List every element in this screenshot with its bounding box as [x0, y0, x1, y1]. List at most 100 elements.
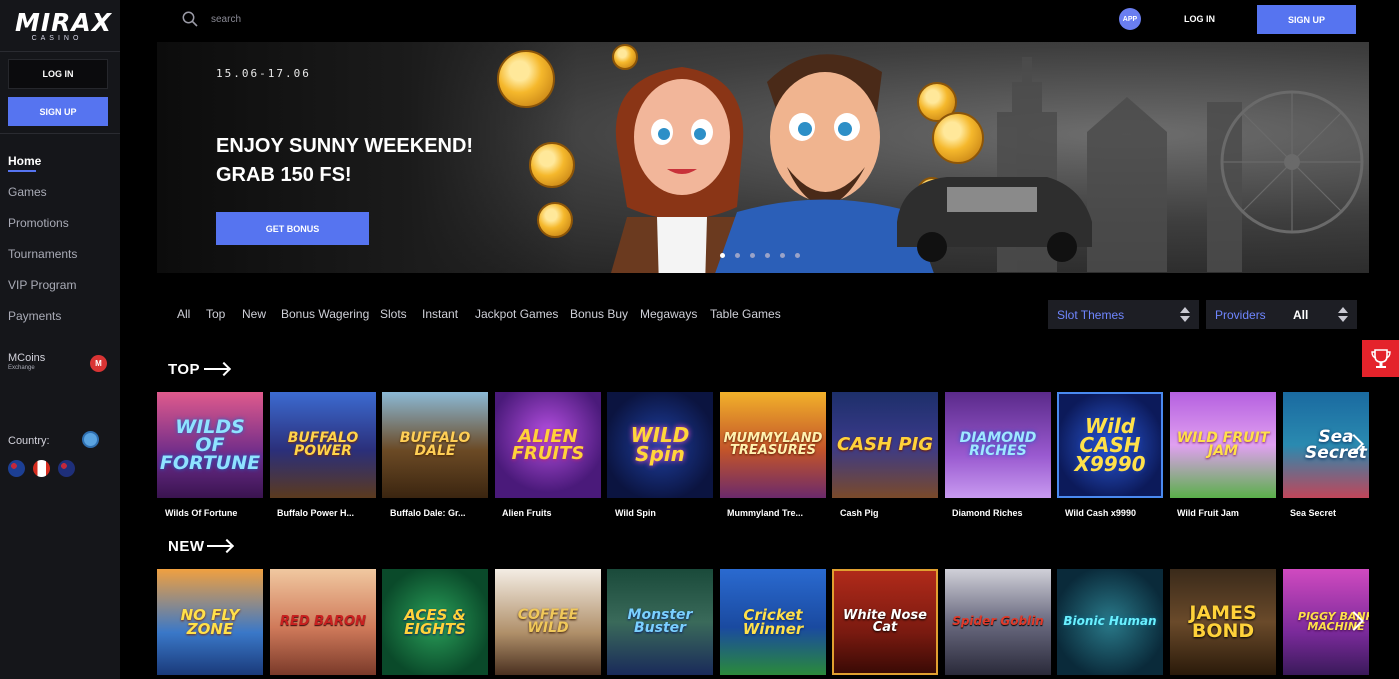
game-art-text: ACES & EIGHTS: [404, 605, 466, 638]
game-title[interactable]: Alien Fruits: [502, 508, 602, 518]
carousel-dot[interactable]: [795, 253, 800, 258]
filter-tab-all[interactable]: All: [177, 307, 190, 321]
slot-themes-label: Slot Themes: [1057, 307, 1125, 322]
coin-image: [537, 202, 573, 238]
logo-wordmark: MIRAX: [15, 8, 113, 37]
game-tile[interactable]: Spider Goblin: [945, 569, 1051, 675]
game-art-text: BUFFALO DALE: [399, 429, 471, 459]
game-tile[interactable]: WILDS OF FORTUNE: [157, 392, 263, 498]
sidebar-signup-button[interactable]: SIGN UP: [8, 97, 108, 126]
game-tile[interactable]: Bionic Human: [1057, 569, 1163, 675]
game-tile[interactable]: NO FLY ZONE: [157, 569, 263, 675]
sidebar: MIRAX CASINO LOG IN SIGN UP Home Games P…: [0, 0, 120, 679]
filter-tab-table-games[interactable]: Table Games: [710, 307, 781, 321]
top-games-row: WILDS OF FORTUNE BUFFALO POWER BUFFALO D…: [157, 392, 1369, 498]
game-title[interactable]: Sea Secret: [1290, 508, 1365, 518]
arrow-right-icon[interactable]: [207, 545, 231, 547]
section-title-top[interactable]: TOP: [168, 361, 200, 378]
game-tile[interactable]: BUFFALO DALE: [382, 392, 488, 498]
game-title[interactable]: Wild Fruit Jam: [1177, 508, 1277, 518]
game-art-text: BUFFALO POWER: [287, 429, 359, 459]
game-tile[interactable]: Wild CASH X9990: [1057, 392, 1163, 498]
game-art-text: Cricket Winner: [742, 605, 804, 638]
game-tile[interactable]: ALIEN FRUITS: [495, 392, 601, 498]
carousel-dot[interactable]: [765, 253, 770, 258]
filter-tab-top[interactable]: Top: [206, 307, 225, 321]
get-bonus-button[interactable]: GET BONUS: [216, 212, 369, 245]
filter-tab-bonus-buy[interactable]: Bonus Buy: [570, 307, 628, 321]
promo-title-line: GRAB 150 FS!: [216, 164, 352, 186]
site-logo[interactable]: MIRAX CASINO: [15, 8, 113, 50]
game-art-text: CASH PIG: [836, 434, 934, 456]
game-art-text: WILD FRUIT JAM: [1176, 429, 1270, 459]
sidebar-login-button[interactable]: LOG IN: [8, 59, 108, 89]
sort-updown-icon: [1338, 307, 1348, 322]
arrow-right-icon[interactable]: [204, 368, 228, 370]
carousel-dot[interactable]: [750, 253, 755, 258]
game-title[interactable]: Wild Cash x9990: [1065, 508, 1165, 518]
filter-tab-slots[interactable]: Slots: [380, 307, 407, 321]
game-tile[interactable]: MUMMYLAND TREASURES: [720, 392, 826, 498]
game-title[interactable]: Mummyland Tre...: [727, 508, 827, 518]
carousel-dot[interactable]: [780, 253, 785, 258]
game-tile[interactable]: JAMES BOND: [1170, 569, 1276, 675]
game-art-text: Monster Buster: [627, 606, 693, 636]
sort-updown-icon: [1180, 307, 1190, 322]
game-tile[interactable]: WILD Spin: [607, 392, 713, 498]
search-icon[interactable]: [182, 11, 198, 27]
game-tile[interactable]: Monster Buster: [607, 569, 713, 675]
app-download-button[interactable]: APP: [1119, 8, 1141, 30]
game-tile[interactable]: Cricket Winner: [720, 569, 826, 675]
canada-flag-icon[interactable]: [33, 460, 50, 477]
nav-item-home[interactable]: Home: [8, 154, 41, 172]
australia-flag-icon[interactable]: [8, 460, 25, 477]
header-signup-button[interactable]: SIGN UP: [1257, 5, 1356, 34]
game-tile[interactable]: CASH PIG: [832, 392, 938, 498]
game-tile[interactable]: WILD FRUIT JAM: [1170, 392, 1276, 498]
carousel-dot[interactable]: [735, 253, 740, 258]
game-tile[interactable]: White Nose Cat: [832, 569, 938, 675]
game-title[interactable]: Buffalo Dale: Gr...: [390, 508, 490, 518]
nav-item-tournaments[interactable]: Tournaments: [8, 247, 77, 261]
nav-item-payments[interactable]: Payments: [8, 309, 61, 323]
filter-tab-megaways[interactable]: Megaways: [640, 307, 697, 321]
game-tile[interactable]: ACES & EIGHTS: [382, 569, 488, 675]
coin-image: [529, 142, 575, 188]
nav-item-games[interactable]: Games: [8, 185, 47, 199]
providers-label: Providers: [1215, 307, 1266, 322]
filter-tab-jackpot-games[interactable]: Jackpot Games: [475, 307, 558, 321]
header-login-button[interactable]: LOG IN: [1184, 14, 1215, 24]
game-tile[interactable]: DIAMOND RICHES: [945, 392, 1051, 498]
sidebar-divider: [0, 51, 120, 52]
mcoins-sublabel: Exchange: [8, 365, 35, 371]
promo-title: ENJOY SUNNY WEEKEND! GRAB 150 FS!: [216, 132, 473, 190]
mcoins-icon[interactable]: M: [90, 355, 107, 372]
promo-banner[interactable]: 15.06-17.06 ENJOY SUNNY WEEKEND! GRAB 15…: [157, 42, 1369, 273]
slot-themes-select[interactable]: Slot Themes: [1048, 300, 1199, 329]
game-title[interactable]: Wild Spin: [615, 508, 715, 518]
search-input[interactable]: [211, 12, 411, 26]
section-title-new[interactable]: NEW: [168, 538, 205, 555]
filter-tab-new[interactable]: New: [242, 307, 266, 321]
game-tile[interactable]: COFFEE WILD: [495, 569, 601, 675]
game-art-text: WILDS OF FORTUNE: [159, 415, 261, 475]
new-zealand-flag-icon[interactable]: [58, 460, 75, 477]
filter-tab-bonus-wagering[interactable]: Bonus Wagering: [281, 307, 369, 321]
mcoins-label: MCoins: [8, 352, 46, 364]
mcoins-exchange-link[interactable]: MCoins Exchange: [8, 352, 45, 371]
game-title[interactable]: Diamond Riches: [952, 508, 1052, 518]
promo-side-tab[interactable]: [1362, 340, 1399, 377]
game-title[interactable]: Cash Pig: [840, 508, 940, 518]
providers-select[interactable]: Providers All: [1206, 300, 1357, 329]
globe-icon[interactable]: [82, 431, 99, 448]
nav-item-vip-program[interactable]: VIP Program: [8, 278, 76, 292]
nav-item-promotions[interactable]: Promotions: [8, 216, 69, 230]
providers-value: All: [1293, 307, 1309, 322]
game-art-text: Wild CASH X9990: [1074, 413, 1146, 476]
game-tile[interactable]: RED BARON: [270, 569, 376, 675]
carousel-dot[interactable]: [720, 253, 725, 258]
game-title[interactable]: Buffalo Power H...: [277, 508, 377, 518]
game-title[interactable]: Wilds Of Fortune: [165, 508, 265, 518]
filter-tab-instant[interactable]: Instant: [422, 307, 458, 321]
game-tile[interactable]: BUFFALO POWER: [270, 392, 376, 498]
